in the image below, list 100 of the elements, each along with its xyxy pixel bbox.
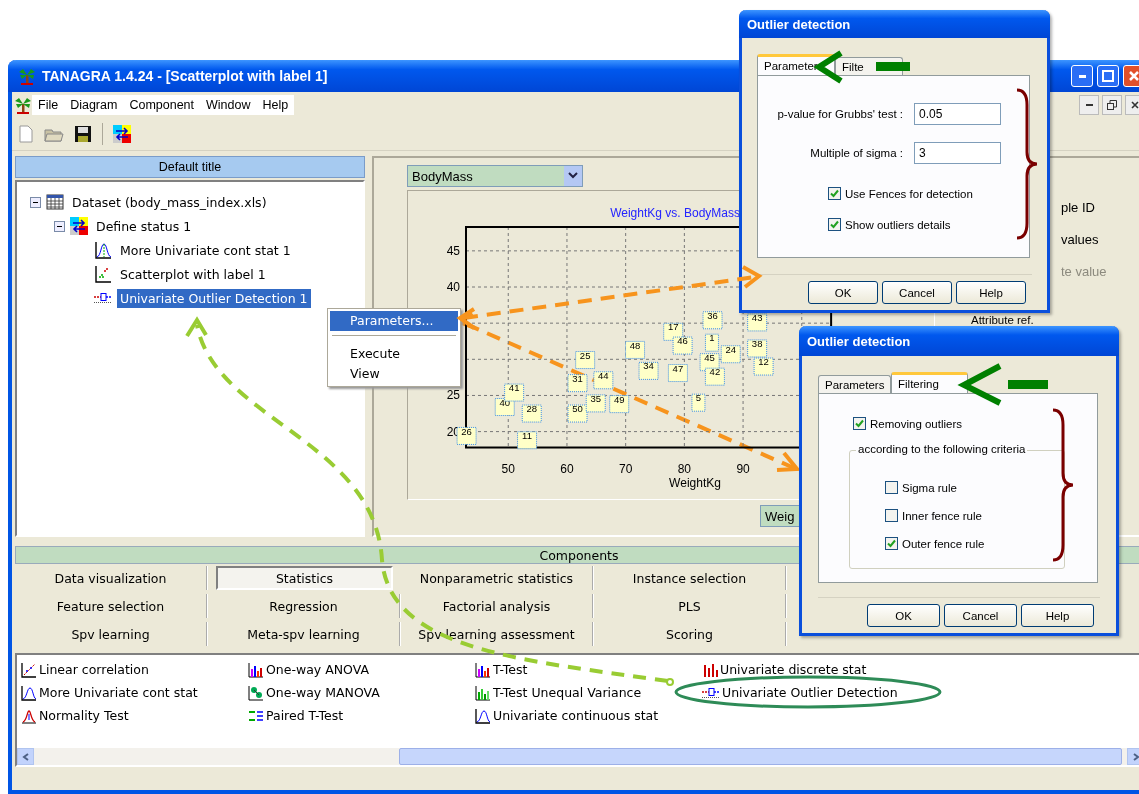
point-label: 24	[720, 343, 741, 364]
bar-chart-icon	[702, 661, 718, 678]
tree-item[interactable]: Dataset (body_mass_index.xls)	[69, 192, 270, 212]
annotation: 38	[751, 338, 763, 350]
table-icon	[46, 193, 64, 211]
menu-item[interactable]: Diagram	[64, 95, 124, 115]
annotation: 28	[526, 403, 538, 415]
category-tab[interactable]: Instance selection	[594, 566, 787, 590]
bar-chart-icon	[248, 661, 264, 678]
annotation: 25	[579, 349, 591, 361]
category-tab[interactable]: PLS	[594, 594, 787, 618]
category-tab[interactable]: Factorial analysis	[401, 594, 594, 618]
text-field[interactable]: 3	[914, 142, 1001, 164]
category-tab[interactable]: Data visualization	[15, 566, 208, 590]
minimize-button[interactable]	[1079, 95, 1099, 115]
axis-tick-label: 25	[446, 388, 460, 403]
curve-chart-icon	[94, 241, 112, 259]
curve-chart-icon	[475, 707, 491, 724]
group-title: according to the following criteria	[856, 443, 1028, 455]
menu-item[interactable]: View	[330, 364, 458, 384]
point-label: 44	[593, 369, 614, 390]
bar-chart-icon	[475, 661, 491, 678]
category-tab[interactable]: Spv learning assessment	[401, 622, 594, 646]
checkbox[interactable]	[885, 509, 898, 522]
list-item[interactable]: More Univariate cont stat	[21, 681, 248, 704]
arrow-right-icon[interactable]	[1131, 752, 1139, 761]
close-icon	[1128, 70, 1139, 82]
point-label: 47	[667, 362, 688, 383]
annotation: 35	[590, 393, 602, 405]
list-item[interactable]: Paired T-Test	[248, 704, 475, 727]
annotation: 36	[707, 309, 718, 321]
menu-item[interactable]: Component	[123, 95, 201, 115]
dialog-button[interactable]: OK	[808, 281, 878, 304]
bar-chart-icon	[475, 684, 491, 701]
list-item[interactable]: Normality Test	[21, 704, 248, 727]
maximize-button[interactable]	[1097, 65, 1119, 87]
app-icon	[18, 67, 36, 85]
checkbox[interactable]	[853, 417, 866, 430]
menu-item[interactable]: Help	[256, 95, 295, 115]
network-icon	[248, 684, 264, 701]
category-tab[interactable]: Feature selection	[15, 594, 208, 618]
category-tab[interactable]: Regression	[208, 594, 401, 618]
checkbox-label: Show outliers details	[845, 218, 951, 231]
dotted-arrow-icon	[94, 293, 112, 303]
dialog-button[interactable]: OK	[867, 604, 940, 627]
list-item[interactable]: Univariate Outlier Detection	[702, 681, 929, 704]
category-tab[interactable]: Scoring	[594, 622, 787, 646]
category-tab[interactable]: Statistics	[216, 566, 393, 590]
category-tab[interactable]: Spv learning	[15, 622, 208, 646]
list-item[interactable]: One-way MANOVA	[248, 681, 475, 704]
collapse-toggle[interactable]	[54, 220, 65, 232]
diagram-icon[interactable]	[113, 125, 131, 143]
list-item[interactable]: T-Test	[475, 658, 702, 681]
point-label: 35	[585, 393, 606, 413]
save-icon[interactable]	[74, 125, 92, 143]
collapse-toggle[interactable]	[30, 196, 41, 208]
list-item[interactable]: Univariate discrete stat	[702, 658, 929, 681]
annotation: 1	[709, 332, 715, 344]
field-label: Multiple of sigma :	[809, 147, 903, 159]
axis-tick-label: 80	[677, 462, 692, 476]
text-field[interactable]: 0.05	[914, 103, 1001, 125]
restore-button[interactable]	[1102, 95, 1122, 115]
checkbox[interactable]	[828, 187, 841, 200]
list-item[interactable]: One-way ANOVA	[248, 658, 475, 681]
checkbox[interactable]	[885, 537, 898, 550]
menu-item[interactable]: Execute	[330, 344, 458, 364]
point-label: 46	[672, 335, 693, 355]
dialog-button[interactable]: Help	[956, 281, 1026, 304]
point-label: 50	[567, 403, 588, 423]
dialog-button[interactable]: Help	[1021, 604, 1094, 627]
option-label: ple ID	[1061, 200, 1096, 215]
list-item[interactable]: T-Test Unequal Variance	[475, 681, 702, 704]
annotation: 48	[629, 339, 641, 351]
tree-item[interactable]: Univariate Outlier Detection 1	[117, 288, 311, 308]
checkbox[interactable]	[885, 481, 898, 494]
minimize-icon	[1085, 104, 1093, 106]
maximize-icon	[1102, 70, 1114, 82]
scrollbar[interactable]	[17, 748, 1139, 765]
menu-item[interactable]: Parameters...	[330, 311, 458, 331]
list-item[interactable]: Univariate continuous stat	[475, 704, 702, 727]
arrow-left-icon[interactable]	[21, 752, 30, 761]
checkbox[interactable]	[828, 218, 841, 231]
menu-item[interactable]: Window	[200, 95, 257, 115]
annotation: 50	[572, 403, 583, 415]
tree-item[interactable]: More Univariate cont stat 1	[117, 240, 294, 260]
attribute-dropdown[interactable]: BodyMass	[407, 165, 583, 187]
point-label: 38	[747, 338, 768, 358]
category-tab[interactable]: Nonparametric statistics	[401, 566, 594, 590]
point-label: 5	[691, 392, 706, 412]
dialog-tab[interactable]: Filtering	[891, 372, 968, 393]
menu-item[interactable]: File	[32, 95, 65, 115]
list-item[interactable]: Linear correlation	[21, 658, 248, 681]
tree-item[interactable]: Define status 1	[93, 216, 195, 236]
dialog-tab[interactable]: Parameters	[818, 375, 891, 393]
field-label: p-value for Grubbs' test :	[776, 108, 903, 120]
dialog-button[interactable]: Cancel	[882, 281, 952, 304]
dialog-button[interactable]: Cancel	[944, 604, 1017, 627]
tree-item[interactable]: Scatterplot with label 1	[117, 264, 269, 284]
close-button[interactable]	[1125, 95, 1139, 115]
category-tab[interactable]: Meta-spv learning	[208, 622, 401, 646]
